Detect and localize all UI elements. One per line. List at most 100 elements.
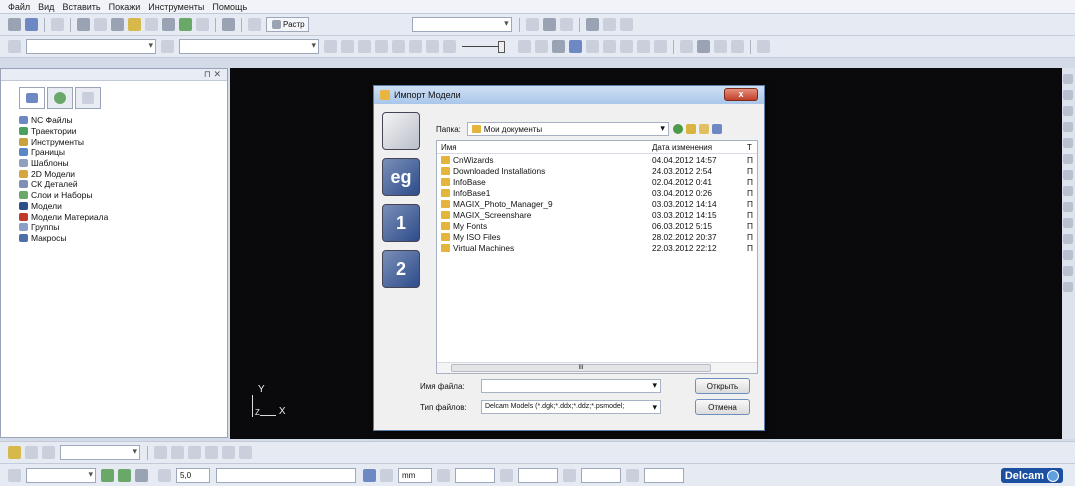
file-row[interactable]: CnWizards 04.04.2012 14:57 П <box>437 154 757 165</box>
measure-icon[interactable] <box>585 18 599 31</box>
side-view-icon[interactable] <box>1063 122 1073 132</box>
scrollbar-thumb[interactable]: III <box>451 364 711 372</box>
tolerance-field[interactable]: 5,0 <box>176 467 210 483</box>
menu-view[interactable]: Вид <box>38 2 54 12</box>
file-row[interactable]: Virtual Machines 22.03.2012 22:12 П <box>437 242 757 253</box>
column-name[interactable]: Имя <box>437 143 648 152</box>
tree-item[interactable]: Границы <box>19 147 227 158</box>
menu-file[interactable]: Файл <box>8 2 30 12</box>
file-row[interactable]: MAGIX_Screenshare 03.03.2012 14:15 П <box>437 209 757 220</box>
dropdown-icon[interactable] <box>25 446 38 459</box>
tab-explorer[interactable] <box>19 87 45 109</box>
rewind-icon[interactable] <box>392 40 405 53</box>
tree-item[interactable]: NC Файлы <box>19 115 227 126</box>
diameter-field[interactable] <box>581 467 621 483</box>
workplane-icon[interactable] <box>179 18 192 31</box>
file-row[interactable]: Downloaded Installations 24.03.2012 2:54 П <box>437 165 757 176</box>
feedrate-icon[interactable] <box>162 18 175 31</box>
file-row[interactable]: My ISO Files 28.02.2012 20:37 П <box>437 231 757 242</box>
pause-icon[interactable] <box>341 40 354 53</box>
entity-icon[interactable] <box>8 40 21 53</box>
view-combo[interactable] <box>411 17 512 32</box>
boundary-icon[interactable] <box>94 18 107 31</box>
fast-forward-icon[interactable] <box>409 40 422 53</box>
x-field[interactable] <box>455 467 495 483</box>
column-date[interactable]: Дата изменения <box>648 143 743 152</box>
block-icon[interactable] <box>222 18 235 31</box>
stop-icon[interactable] <box>535 40 548 53</box>
tool-holder-icon[interactable] <box>171 446 184 459</box>
file-row[interactable]: MAGIX_Photo_Manager_9 03.03.2012 14:14 П <box>437 198 757 209</box>
close-sim-icon[interactable] <box>757 40 770 53</box>
tool-icon[interactable] <box>111 18 124 31</box>
entity-combo[interactable] <box>26 39 156 54</box>
point-icon[interactable] <box>500 468 513 482</box>
tree-item[interactable]: Модели Материала <box>19 211 227 222</box>
tree-item[interactable]: Модели <box>19 201 227 212</box>
toolpath-icon[interactable] <box>77 18 90 31</box>
cancel-button[interactable]: Отмена <box>695 399 750 415</box>
select-icon[interactable] <box>1063 250 1073 260</box>
viewmill-icon[interactable] <box>552 40 565 53</box>
menu-insert[interactable]: Вставить <box>62 2 100 12</box>
wireframe-icon[interactable] <box>1063 218 1073 228</box>
step-back-icon[interactable] <box>358 40 371 53</box>
grid-icon[interactable] <box>542 18 556 31</box>
plain-icon[interactable] <box>637 40 650 53</box>
tool-combo[interactable] <box>179 39 319 54</box>
snap3-icon[interactable] <box>135 468 148 482</box>
crosshair-icon[interactable] <box>437 468 450 482</box>
snap-icon[interactable] <box>101 468 114 482</box>
table-icon[interactable] <box>680 40 693 53</box>
speed-slider[interactable] <box>462 41 505 53</box>
close-lower-icon[interactable] <box>239 446 252 459</box>
ruler-icon[interactable] <box>559 18 573 31</box>
camera-icon[interactable] <box>714 40 727 53</box>
shaded-icon[interactable] <box>569 40 582 53</box>
tree-item[interactable]: Группы <box>19 222 227 233</box>
iso-view-icon[interactable] <box>1063 74 1073 84</box>
filetype-select[interactable]: Delcam Models (*.dgk;*.ddx;*.ddz;*.psmod… <box>481 400 661 414</box>
grid-status-icon[interactable] <box>158 468 171 482</box>
eject-icon[interactable] <box>518 40 531 53</box>
snap2-icon[interactable] <box>118 468 131 482</box>
coordinate-field[interactable] <box>216 467 356 483</box>
tool-shape-icon[interactable] <box>42 446 55 459</box>
pattern-icon[interactable] <box>128 18 141 31</box>
file-row[interactable]: InfoBase 02.04.2012 0:41 П <box>437 176 757 187</box>
zoom-icon[interactable] <box>525 18 539 31</box>
zoom-in-icon[interactable] <box>1063 138 1073 148</box>
direction-icon[interactable] <box>603 40 616 53</box>
column-type[interactable]: Т <box>743 143 757 152</box>
workplane-combo[interactable] <box>26 467 96 483</box>
level-icon[interactable] <box>196 18 209 31</box>
shade-icon[interactable] <box>1063 202 1073 212</box>
export-icon[interactable] <box>731 40 744 53</box>
up-folder-icon[interactable] <box>685 124 696 134</box>
pan-icon[interactable] <box>1063 266 1073 276</box>
pin-close-icon[interactable]: ⊓ ✕ <box>204 69 221 80</box>
tool-select-icon[interactable] <box>161 40 174 53</box>
machine-icon[interactable] <box>697 40 710 53</box>
transparency-icon[interactable] <box>1063 234 1073 244</box>
save-icon[interactable] <box>25 18 38 31</box>
step-forward-icon[interactable] <box>375 40 388 53</box>
diameter-icon[interactable] <box>563 468 576 482</box>
zoom-box-icon[interactable] <box>1063 186 1073 196</box>
raster-button[interactable]: Растр <box>266 17 309 32</box>
place-user1[interactable]: 1 <box>382 204 420 242</box>
back-icon[interactable] <box>672 124 683 134</box>
check-icon[interactable] <box>626 468 639 482</box>
ruler-status-icon[interactable] <box>380 468 393 482</box>
tree-item[interactable]: СК Деталей <box>19 179 227 190</box>
shading-icon[interactable] <box>248 18 261 31</box>
go-end-icon[interactable] <box>443 40 456 53</box>
new-folder-icon[interactable] <box>698 124 709 134</box>
tab-blank[interactable] <box>75 87 101 109</box>
file-row[interactable]: InfoBase1 03.04.2012 0:26 П <box>437 187 757 198</box>
solid-icon[interactable] <box>654 40 667 53</box>
tree-item[interactable]: Шаблоны <box>19 158 227 169</box>
menu-help[interactable]: Помощь <box>212 2 247 12</box>
workplane-status-icon[interactable] <box>8 468 21 482</box>
view-menu-icon[interactable] <box>711 124 722 134</box>
